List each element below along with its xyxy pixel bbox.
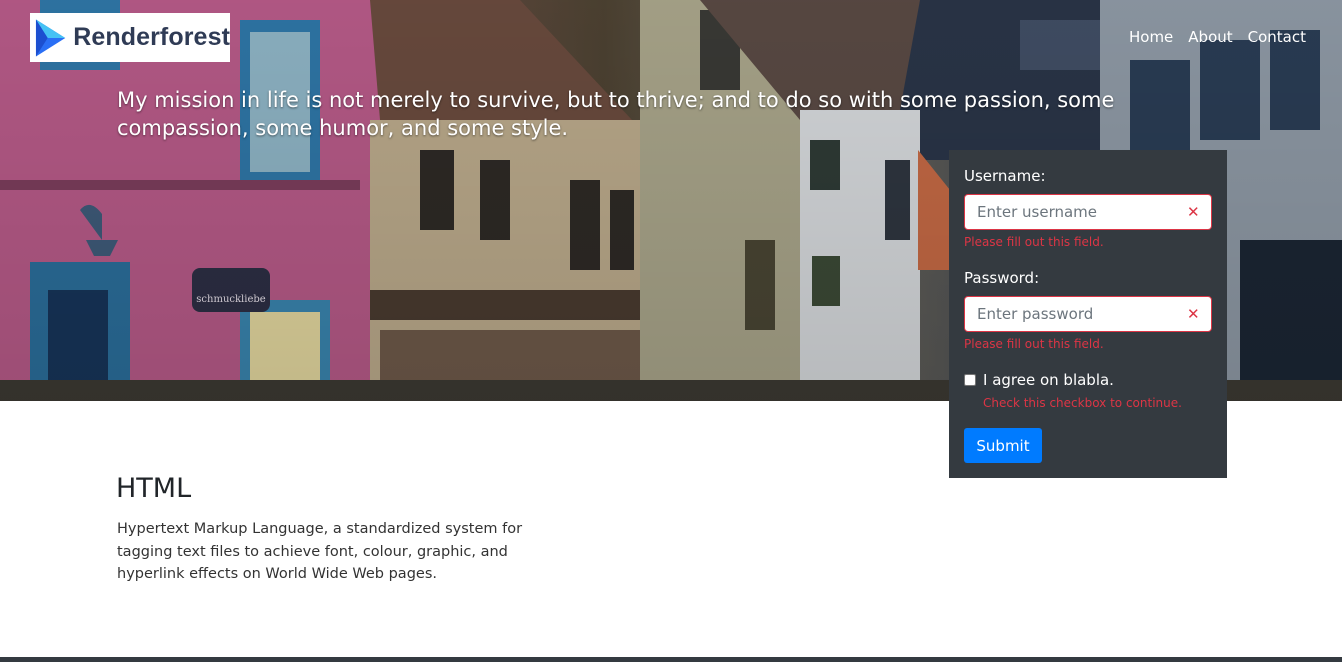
password-input[interactable] [965,297,1175,331]
password-field: ✕ [964,296,1212,332]
nav-contact[interactable]: Contact [1248,28,1306,46]
username-label: Username: [964,167,1046,185]
footer-bar [0,657,1342,662]
agree-checkbox[interactable] [964,374,976,386]
section-title: HTML [116,473,192,504]
nav-about[interactable]: About [1188,28,1232,46]
password-error: Please fill out this field. [964,337,1104,351]
username-error: Please fill out this field. [964,235,1104,249]
username-input[interactable] [965,195,1175,229]
invalid-x-icon: ✕ [1187,305,1200,323]
section-description: Hypertext Markup Language, a standardize… [117,521,523,582]
play-logo-icon [35,18,66,57]
brand-logo[interactable]: Renderforest [30,13,230,62]
username-field: ✕ [964,194,1212,230]
main-nav: Home About Contact [1129,28,1306,46]
nav-home[interactable]: Home [1129,28,1173,46]
invalid-x-icon: ✕ [1187,203,1200,221]
brand-name: Renderforest [73,23,230,51]
password-label: Password: [964,269,1040,287]
submit-button[interactable]: Submit [964,428,1042,463]
login-form: Username: ✕ Please fill out this field. … [949,150,1227,478]
agree-error: Check this checkbox to continue. [983,396,1182,410]
agree-label[interactable]: I agree on blabla. [983,371,1114,389]
mission-quote: My mission in life is not merely to surv… [117,88,1115,140]
agree-row: I agree on blabla. [964,371,1114,389]
